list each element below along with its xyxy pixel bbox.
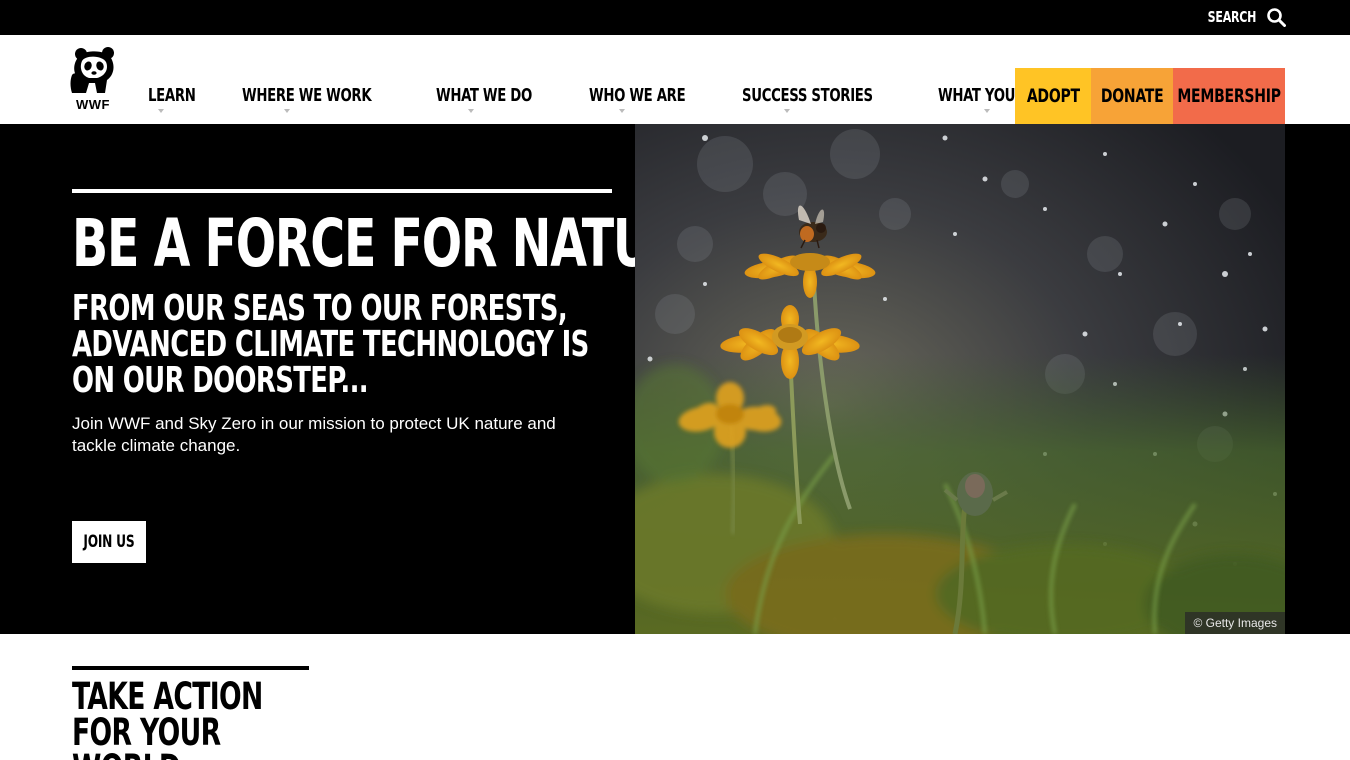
nav-label: WHO WE ARE [588,85,686,106]
cta-group: ADOPT DONATE MEMBERSHIP [1015,68,1285,124]
utility-bar: SEARCH [0,0,1350,35]
nav-item-success-stories[interactable]: SUCCESS STORIES [742,85,902,115]
hero-banner: BE A FORCE FOR NATURE FROM OUR SEAS TO O… [0,124,1350,634]
hero-description: Join WWF and Sky Zero in our mission to … [72,414,556,455]
take-action-section: TAKE ACTION FOR YOUR WORLD [72,666,312,760]
chevron-down-icon [618,109,625,113]
hero-divider [72,189,612,193]
adopt-label: ADOPT [1026,85,1080,107]
section-divider [72,666,309,670]
donate-button[interactable]: DONATE [1091,68,1173,124]
donate-label: DONATE [1100,85,1164,107]
hero-subtitle: FROM OUR SEAS TO OUR FORESTS, ADVANCED C… [72,288,589,401]
nav-label: WHAT WE DO [435,85,532,106]
search-link[interactable]: SEARCH [1197,4,1286,30]
bee-on-flower-photo [635,124,1285,634]
adopt-button[interactable]: ADOPT [1015,68,1091,124]
image-credit: © Getty Images [1185,612,1285,634]
logo-text: WWF [76,97,110,112]
membership-label: MEMBERSHIP [1177,85,1281,107]
search-label: SEARCH [1207,8,1256,26]
chevron-down-icon [983,109,990,113]
nav-item-learn[interactable]: LEARN [148,85,206,115]
nav-label: SUCCESS STORIES [742,85,873,106]
chevron-down-icon [158,109,164,113]
panda-logo-icon [70,47,114,93]
hero-image: © Getty Images [635,124,1285,634]
nav-item-who-we-are[interactable]: WHO WE ARE [589,85,706,115]
wwf-logo[interactable]: WWF [68,45,118,115]
search-icon [1267,8,1286,27]
hero-text: BE A FORCE FOR NATURE FROM OUR SEAS TO O… [72,189,718,457]
nav-item-what-we-do[interactable]: WHAT WE DO [436,85,553,115]
section-title: TAKE ACTION FOR YOUR WORLD [72,675,263,760]
join-us-label: JOIN US [83,532,135,552]
join-us-button[interactable]: JOIN US [72,521,146,563]
membership-button[interactable]: MEMBERSHIP [1173,68,1285,124]
chevron-down-icon [283,109,290,113]
nav-label: LEARN [148,85,196,106]
main-header: WWF LEARN WHERE WE WORK WHAT WE DO WHO W… [0,35,1350,124]
nav-item-where-we-work[interactable]: WHERE WE WORK [242,85,400,115]
chevron-down-icon [467,109,474,113]
main-nav: LEARN WHERE WE WORK WHAT WE DO WHO WE AR… [148,85,1141,115]
hero-title: BE A FORCE FOR NATURE [72,205,718,282]
nav-label: WHERE WE WORK [241,85,372,106]
chevron-down-icon [784,109,791,113]
